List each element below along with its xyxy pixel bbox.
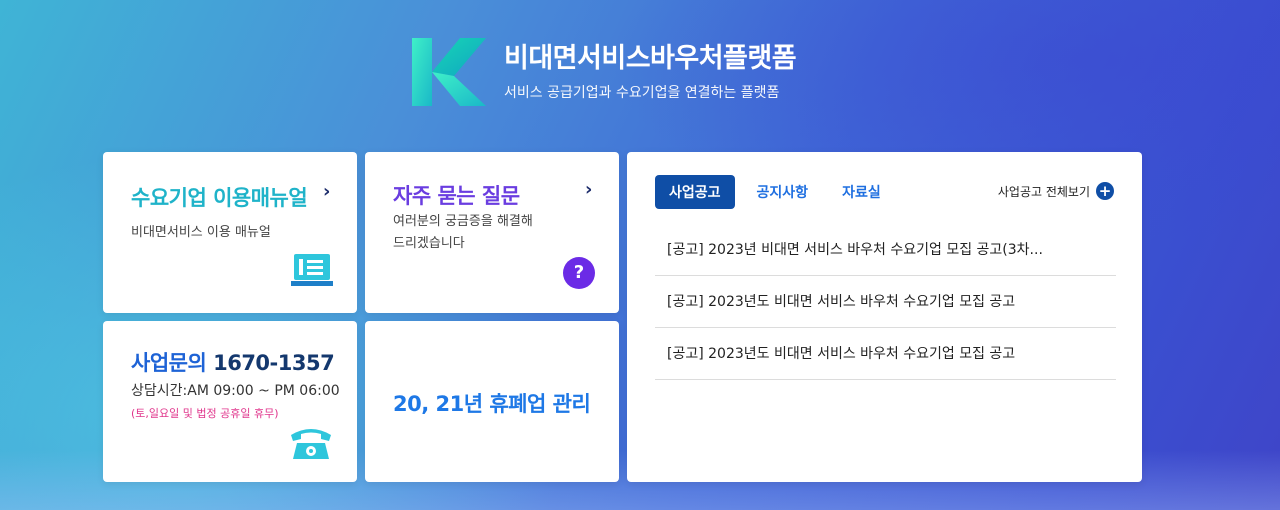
closure-card-title: 20, 21년 휴폐업 관리: [393, 392, 591, 416]
notice-list: [공고] 2023년 비대면 서비스 바우처 수요기업 모집 공고(3차... …: [655, 224, 1116, 380]
plus-icon: +: [1096, 182, 1114, 200]
tab-business-notice[interactable]: 사업공고: [655, 175, 735, 209]
notice-item[interactable]: [공고] 2023년 비대면 서비스 바우처 수요기업 모집 공고(3차...: [655, 224, 1116, 276]
faq-card-desc-line1: 여러분의 궁금증을 해결해: [393, 214, 533, 229]
contact-card-title: 사업문의 1670-1357: [131, 347, 335, 377]
question-mark-icon: ?: [563, 257, 595, 289]
contact-hours: 상담시간:AM 09:00 ~ PM 06:00: [131, 383, 340, 399]
chevron-right-icon: ›: [323, 181, 331, 202]
brand-header[interactable]: 비대면서비스바우처플랫폼 서비스 공급기업과 수요기업을 연결하는 플랫폼: [410, 36, 797, 108]
faq-card-title: 자주 묻는 질문: [393, 184, 520, 208]
view-all-link[interactable]: 사업공고 전체보기 +: [998, 182, 1114, 200]
brand-title: 비대면서비스바우처플랫폼: [504, 43, 797, 74]
closure-card[interactable]: 20, 21년 휴폐업 관리: [365, 321, 619, 482]
telephone-icon: [289, 425, 333, 465]
brand-subtitle: 서비스 공급기업과 수요기업을 연결하는 플랫폼: [504, 85, 780, 101]
manual-card-title: 수요기업 이용매뉴얼: [131, 186, 308, 210]
faq-card-desc-line2: 드리겠습니다: [393, 236, 465, 251]
view-all-label: 사업공고 전체보기: [997, 184, 1090, 199]
tab-resources[interactable]: 자료실: [842, 182, 881, 202]
contact-title-prefix: 사업문의: [131, 351, 214, 375]
chevron-right-icon: ›: [585, 179, 593, 200]
manual-card[interactable]: 수요기업 이용매뉴얼 › 비대면서비스 이용 매뉴얼: [103, 152, 357, 313]
notice-tabs: 사업공고 공지사항 자료실: [655, 175, 915, 209]
contact-holiday-note: (토,일요일 및 법정 공휴일 휴무): [131, 407, 279, 420]
notice-item[interactable]: [공고] 2023년도 비대면 서비스 바우처 수요기업 모집 공고: [655, 328, 1116, 380]
faq-card[interactable]: 자주 묻는 질문 › 여러분의 궁금증을 해결해 드리겠습니다 ?: [365, 152, 619, 313]
manual-book-icon: [291, 252, 333, 292]
notice-item[interactable]: [공고] 2023년도 비대면 서비스 바우처 수요기업 모집 공고: [655, 276, 1116, 328]
manual-card-desc: 비대면서비스 이용 매뉴얼: [131, 225, 271, 240]
notice-panel: 사업공고 공지사항 자료실 사업공고 전체보기 + [공고] 2023년 비대면…: [627, 152, 1142, 482]
tab-announcements[interactable]: 공지사항: [757, 182, 809, 202]
contact-card: 사업문의 1670-1357 상담시간:AM 09:00 ~ PM 06:00 …: [103, 321, 357, 482]
contact-phone-number: 1670-1357: [213, 351, 335, 375]
k-logo-icon: [410, 36, 488, 108]
